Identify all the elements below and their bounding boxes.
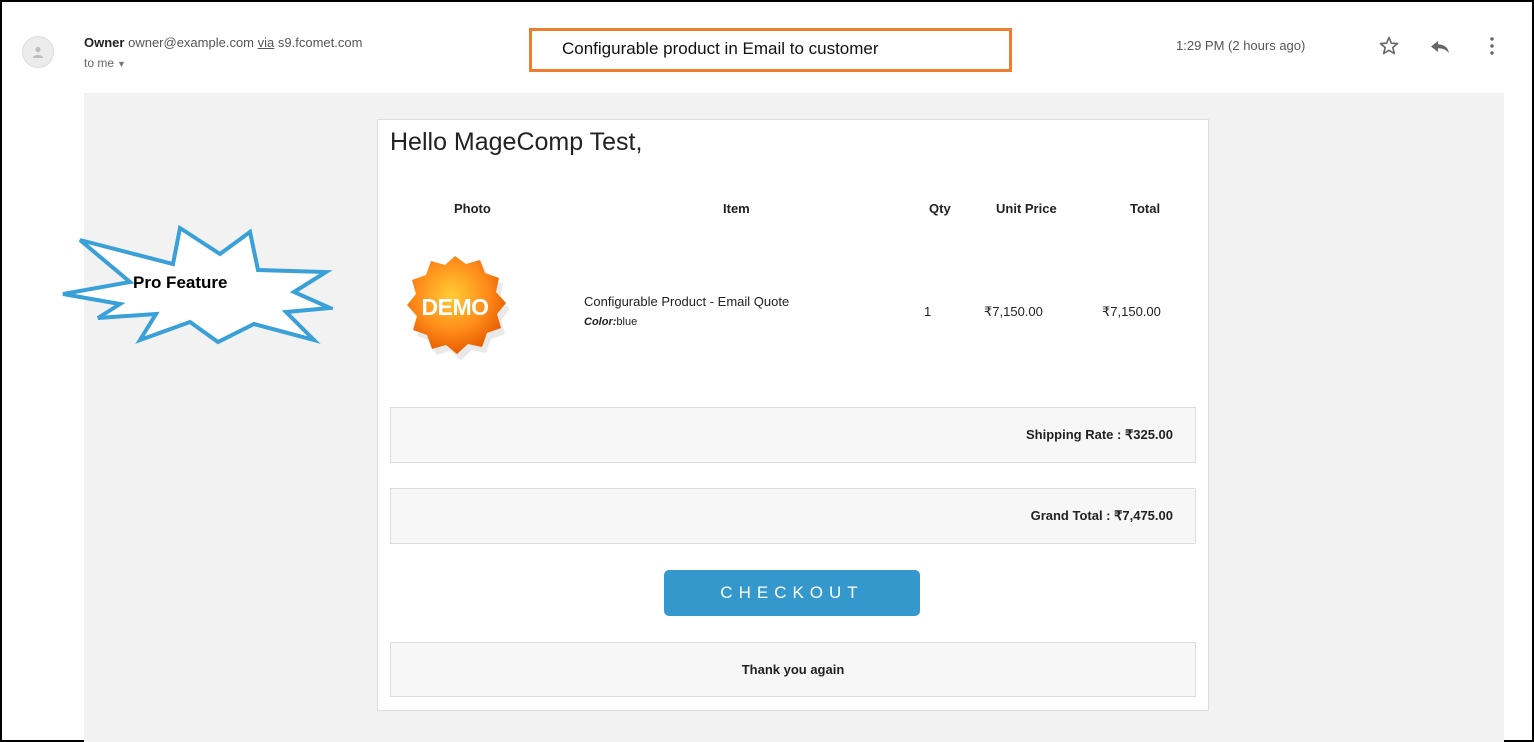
sender-name[interactable]: Owner (84, 35, 124, 50)
sender-avatar[interactable] (22, 36, 54, 68)
column-header-photo: Photo (454, 201, 491, 216)
item-option-value: blue (616, 316, 638, 328)
more-vert-icon[interactable] (1480, 34, 1504, 58)
dropdown-caret-icon[interactable]: ▼ (117, 59, 126, 69)
item-name: Configurable Product - Email Quote (584, 294, 790, 309)
grand-total: Grand Total : ₹7,475.00 (1030, 508, 1173, 523)
sender-line: Owner owner@example.com via s9.fcomet.co… (84, 35, 362, 50)
via-link[interactable]: via (258, 35, 275, 50)
thank-you-row: Thank you again (390, 642, 1196, 697)
column-header-total: Total (1130, 201, 1161, 216)
grand-total-row: Grand Total : ₹7,475.00 (390, 488, 1196, 544)
column-header-qty: Qty (929, 201, 951, 216)
pro-feature-label: Pro Feature (133, 273, 228, 292)
checkout-button[interactable]: CHECKOUT (664, 570, 920, 616)
column-header-unit-price: Unit Price (996, 201, 1057, 216)
shipping-rate-row: Shipping Rate : ₹325.00 (390, 407, 1196, 463)
item-option-label: Color: (584, 316, 617, 328)
annotation-callout-box: Configurable product in Email to custome… (529, 28, 1012, 72)
avatar-icon (33, 46, 43, 58)
item-qty: 1 (924, 304, 932, 319)
shipping-rate: Shipping Rate : ₹325.00 (1026, 427, 1173, 442)
thank-you-text: Thank you again (741, 662, 845, 677)
item-total: ₹7,150.00 (1102, 304, 1161, 319)
product-image: DEMO (400, 250, 520, 370)
product-image-label: DEMO (421, 294, 490, 320)
to-me-label: to me (84, 56, 115, 70)
via-domain: s9.fcomet.com (277, 35, 363, 50)
star-icon[interactable] (1377, 34, 1401, 58)
message-timestamp: 1:29 PM (2 hours ago) (1176, 38, 1306, 53)
recipient-details-toggle[interactable]: to me ▼ (84, 56, 126, 70)
sender-email: owner@example.com (128, 35, 255, 50)
email-greeting: Hello MageComp Test, (390, 128, 643, 156)
column-header-item: Item (723, 201, 750, 216)
reply-icon[interactable] (1428, 34, 1452, 58)
item-option: Color:blue (584, 316, 637, 328)
item-unit-price: ₹7,150.00 (984, 304, 1043, 319)
